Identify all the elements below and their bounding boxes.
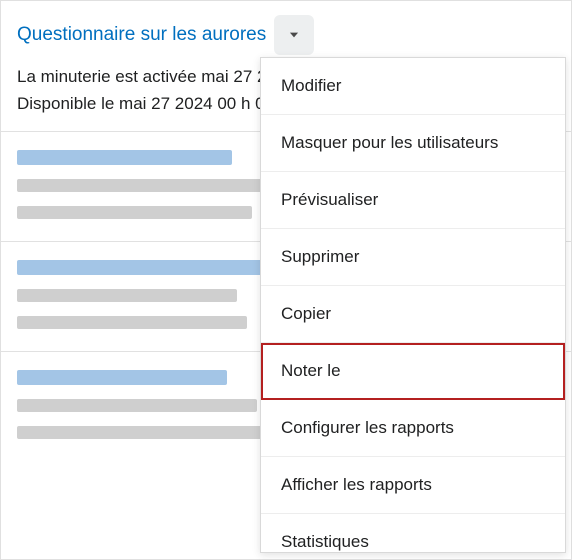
menu-item-statistiques[interactable]: Statistiques xyxy=(261,514,565,553)
blurred-text xyxy=(17,426,262,439)
blurred-text xyxy=(17,289,237,302)
blurred-text xyxy=(17,206,252,219)
blurred-text xyxy=(17,399,257,412)
menu-item-noter[interactable]: Noter le xyxy=(261,343,565,400)
actions-dropdown: Modifier Masquer pour les utilisateurs P… xyxy=(260,57,566,553)
blurred-title xyxy=(17,370,227,385)
menu-item-modifier[interactable]: Modifier xyxy=(261,58,565,115)
menu-item-masquer[interactable]: Masquer pour les utilisateurs xyxy=(261,115,565,172)
actions-dropdown-button[interactable] xyxy=(274,15,314,55)
menu-item-copier[interactable]: Copier xyxy=(261,286,565,343)
blurred-title xyxy=(17,260,265,275)
quiz-title-link[interactable]: Questionnaire sur les aurores xyxy=(17,24,266,46)
menu-item-afficher-rapports[interactable]: Afficher les rapports xyxy=(261,457,565,514)
chevron-down-icon xyxy=(287,28,301,42)
menu-item-configurer-rapports[interactable]: Configurer les rapports xyxy=(261,400,565,457)
blurred-title xyxy=(17,150,232,165)
blurred-text xyxy=(17,316,247,329)
blurred-text xyxy=(17,179,262,192)
menu-item-supprimer[interactable]: Supprimer xyxy=(261,229,565,286)
header-row: Questionnaire sur les aurores xyxy=(17,15,555,55)
menu-item-previsualiser[interactable]: Prévisualiser xyxy=(261,172,565,229)
